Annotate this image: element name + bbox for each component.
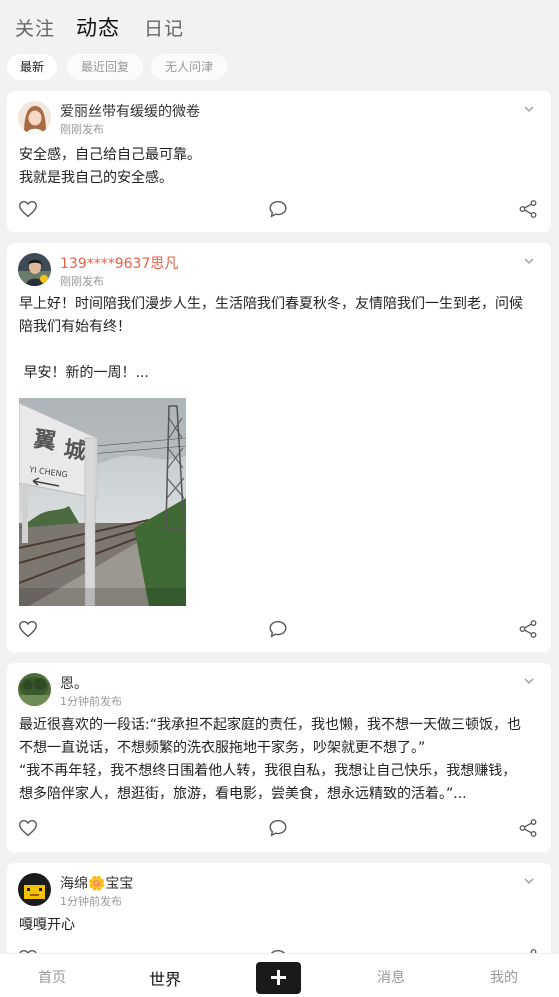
- filter-recent-reply[interactable]: 最近回复: [67, 54, 143, 80]
- tab-diary[interactable]: 日记: [144, 14, 184, 41]
- post-text-line: 不想一直说话，不想频繁的洗衣服拖地干家务，吵架就更不想了。”: [19, 740, 426, 756]
- chevron-down-icon[interactable]: [523, 103, 535, 115]
- bottom-nav: 首页 世界 消息 我的: [0, 953, 559, 997]
- comment-icon[interactable]: [267, 618, 289, 640]
- post-text-line: 早上好！时间陪我们漫步人生，生活陪我们春夏秋冬，友情陪我们一生到老，问候: [19, 296, 523, 312]
- nav-mine[interactable]: 我的: [490, 967, 518, 987]
- filter-latest[interactable]: 最新: [7, 54, 57, 80]
- post-text: 嘎嘎开心: [19, 914, 541, 937]
- post-time: 刚刚发布: [60, 275, 104, 288]
- post-text: 安全感，自己给自己最可靠。 我就是我自己的安全感。: [19, 144, 541, 190]
- filter-bar: 最新 最近回复 无人问津: [0, 54, 559, 80]
- heart-icon[interactable]: [17, 817, 39, 839]
- avatar[interactable]: [18, 873, 51, 906]
- post-text-line: 陪我们有始有终！: [19, 319, 131, 335]
- post-text: 早上好！时间陪我们漫步人生，生活陪我们春夏秋冬，友情陪我们一生到老，问候 陪我们…: [19, 293, 541, 385]
- post-time: 1分钟前发布: [60, 695, 122, 708]
- post-time: 刚刚发布: [60, 123, 104, 136]
- post-card[interactable]: 爱丽丝带有缓缓的微卷 刚刚发布 安全感，自己给自己最可靠。 我就是我自己的安全感…: [7, 91, 551, 232]
- avatar[interactable]: [18, 253, 51, 286]
- share-icon[interactable]: [517, 198, 539, 220]
- nav-home[interactable]: 首页: [38, 967, 66, 987]
- new-post-button[interactable]: [256, 962, 301, 994]
- chevron-down-icon[interactable]: [523, 875, 535, 887]
- share-icon[interactable]: [517, 817, 539, 839]
- chevron-down-icon[interactable]: [523, 255, 535, 267]
- post-card[interactable]: 139****9637思凡 刚刚发布 早上好！时间陪我们漫步人生，生活陪我们春夏…: [7, 243, 551, 652]
- post-actions: [7, 198, 551, 222]
- post-actions: [7, 618, 551, 642]
- chevron-down-icon[interactable]: [523, 675, 535, 687]
- post-actions: [7, 817, 551, 841]
- share-icon[interactable]: [517, 618, 539, 640]
- top-tab-bar: 关注 动态 日记: [0, 0, 559, 50]
- filter-unanswered[interactable]: 无人问津: [151, 54, 227, 80]
- post-text-line: 最近很喜欢的一段话:“我承担不起家庭的责任，我也懒，我不想一天做三顿饭，也: [19, 717, 521, 733]
- post-time: 1分钟前发布: [60, 895, 122, 908]
- avatar[interactable]: [18, 101, 51, 134]
- post-text-line: 安全感，自己给自己最可靠。: [19, 147, 201, 163]
- tab-feed[interactable]: 动态: [76, 12, 120, 42]
- post-card[interactable]: 恩。 1分钟前发布 最近很喜欢的一段话:“我承担不起家庭的责任，我也懒，我不想一…: [7, 663, 551, 852]
- post-text-line: 早安！新的一周！...: [19, 365, 149, 381]
- comment-icon[interactable]: [267, 198, 289, 220]
- tab-following[interactable]: 关注: [15, 14, 55, 41]
- nav-messages[interactable]: 消息: [377, 967, 405, 987]
- post-image[interactable]: 翼 城 YI CHENG: [19, 398, 186, 606]
- post-text-line: [19, 339, 541, 362]
- post-text-line: 想多陪伴家人，想逛街，旅游，看电影，尝美食，想永远精致的活着。”...: [19, 786, 467, 802]
- post-username[interactable]: 139****9637思凡: [60, 253, 178, 273]
- post-text-line: 嘎嘎开心: [19, 917, 75, 933]
- svg-text:翼: 翼: [32, 427, 57, 455]
- svg-text:城: 城: [62, 436, 87, 465]
- post-username[interactable]: 海绵🌼宝宝: [60, 873, 133, 893]
- heart-icon[interactable]: [17, 618, 39, 640]
- avatar[interactable]: [18, 673, 51, 706]
- heart-icon[interactable]: [17, 198, 39, 220]
- post-text: 最近很喜欢的一段话:“我承担不起家庭的责任，我也懒，我不想一天做三顿饭，也 不想…: [19, 714, 541, 806]
- post-username[interactable]: 恩。: [60, 673, 88, 693]
- post-text-line: “我不再年轻，我不想终日围着他人转，我很自私，我想让自己快乐，我想赚钱，: [19, 763, 517, 779]
- comment-icon[interactable]: [267, 817, 289, 839]
- post-text-line: 我就是我自己的安全感。: [19, 170, 173, 186]
- post-username[interactable]: 爱丽丝带有缓缓的微卷: [60, 101, 200, 121]
- nav-world[interactable]: 世界: [149, 966, 181, 990]
